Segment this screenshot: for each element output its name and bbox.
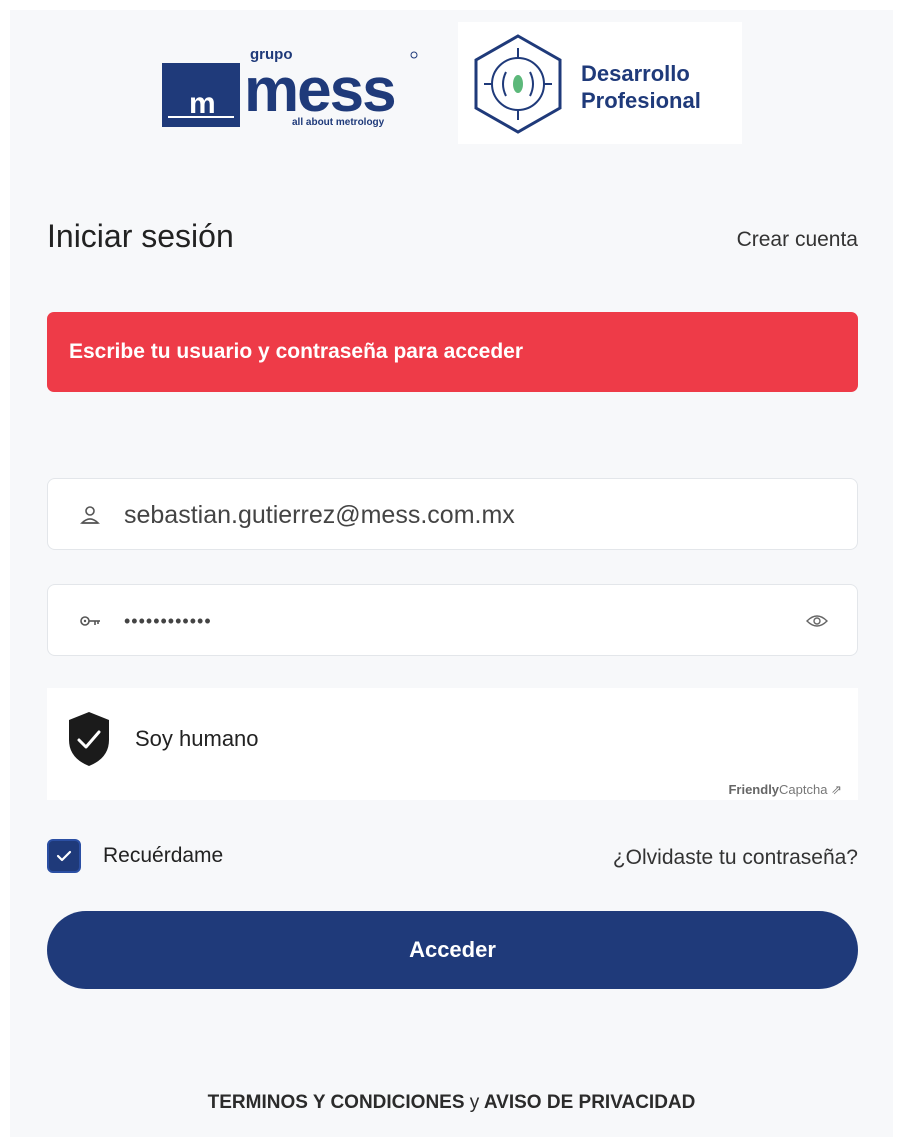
key-icon [80,616,100,626]
dp-logo-line2: Profesional [581,88,701,113]
captcha-brand-bold: Friendly [728,782,780,797]
remember-me[interactable]: Recuérdame [47,838,223,874]
create-account-link[interactable]: Crear cuenta [737,228,858,252]
brain-hexagon-icon [474,34,562,134]
captcha-label: Soy humano [135,726,259,751]
remember-checkbox[interactable] [47,839,81,873]
desarrollo-profesional-logo: Desarrollo Profesional [458,22,742,144]
remember-label: Recuérdame [103,844,224,867]
username-field-container [47,478,858,551]
password-field-container [47,584,858,657]
login-button[interactable]: Acceder [47,911,858,989]
svg-text:all about metrology: all about metrology [292,117,385,127]
privacy-link[interactable]: AVISO DE PRIVACIDAD [484,1092,696,1113]
footer-joiner: y [469,1092,480,1113]
check-icon [56,850,72,862]
mess-logo: m grupo mess all about metrology [162,46,418,127]
page-title: Iniciar sesión [47,218,234,254]
password-input[interactable] [122,585,786,657]
eye-icon[interactable] [805,609,829,633]
user-icon [80,506,100,524]
captcha-brand-text: Captcha [779,782,828,797]
svg-text:m: m [189,87,216,120]
dp-logo-text: Desarrollo Profesional [581,60,701,114]
terms-link[interactable]: TERMINOS Y CONDICIONES [208,1092,465,1113]
friendly-captcha-widget[interactable]: Soy humano FriendlyCaptcha ⇗ [47,688,858,800]
svg-text:mess: mess [244,56,395,125]
legal-footer: TERMINOS Y CONDICIONES y AVISO DE PRIVAC… [0,1092,903,1114]
username-input[interactable] [122,479,786,551]
dp-logo-line1: Desarrollo [581,61,690,86]
captcha-brand-link[interactable]: FriendlyCaptcha ⇗ [728,782,842,798]
error-alert: Escribe tu usuario y contraseña para acc… [47,312,858,392]
shield-check-icon [69,712,109,766]
external-link-icon: ⇗ [831,782,842,797]
forgot-password-link[interactable]: ¿Olvidaste tu contraseña? [613,846,858,870]
